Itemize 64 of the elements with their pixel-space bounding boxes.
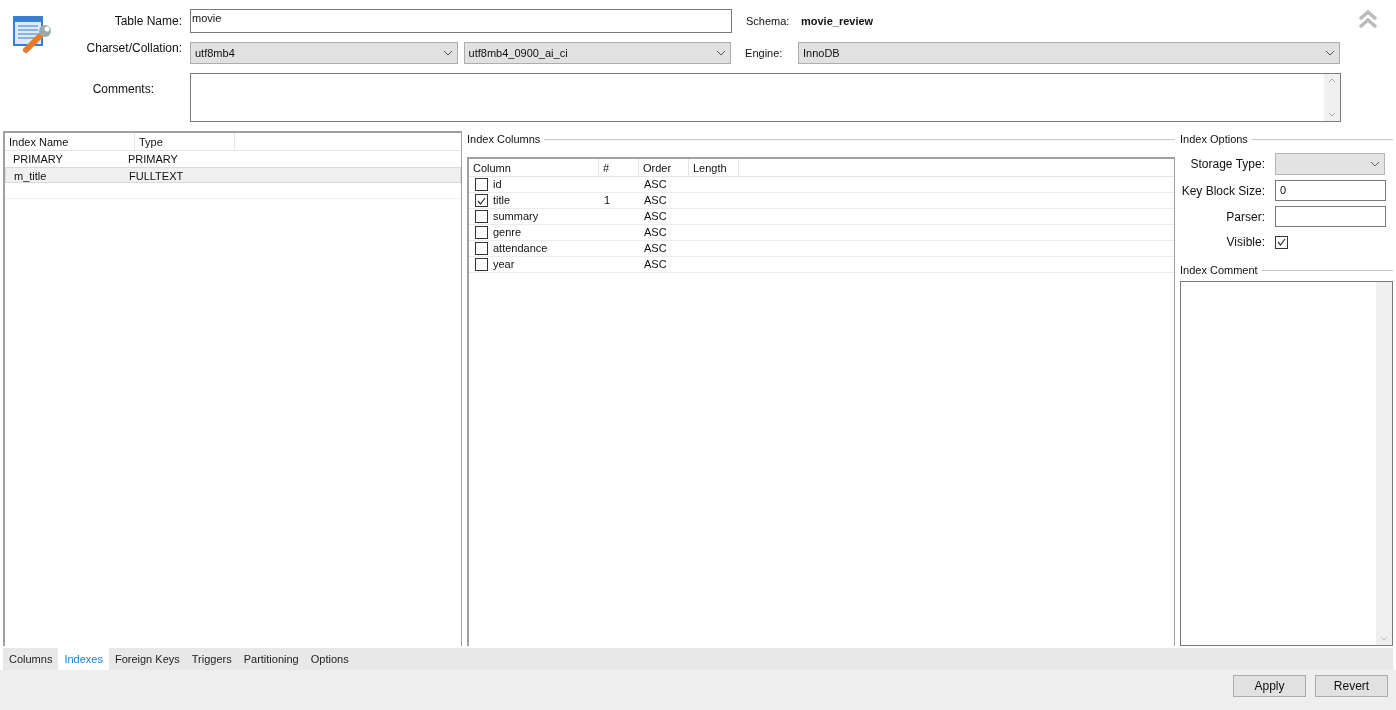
table-cell-text: ASC <box>643 225 668 241</box>
parser-field[interactable] <box>1275 206 1386 227</box>
chevron-down-icon <box>1370 161 1380 167</box>
tab[interactable]: Options <box>304 648 355 670</box>
checkbox[interactable] <box>475 194 488 207</box>
field-label: Comments: <box>92 81 154 98</box>
column-header[interactable]: # <box>599 159 639 176</box>
table-cell-text: ASC <box>643 209 668 225</box>
table-cell-text: year <box>493 257 515 273</box>
collation-dropdown[interactable]: utf8mb4_0900_ai_ci <box>463 42 732 64</box>
dialog-button[interactable]: Revert <box>1315 675 1388 697</box>
group-title: Index Columns <box>467 131 541 147</box>
chevron-down-icon <box>716 50 727 56</box>
table-cell-text: m_title <box>13 169 48 182</box>
index-comment-field[interactable] <box>1180 281 1393 646</box>
group-title: Index Options <box>1180 131 1248 147</box>
tab[interactable]: Foreign Keys <box>108 648 186 670</box>
tab[interactable]: Columns <box>3 648 59 670</box>
column-header[interactable]: Index Name <box>5 133 135 150</box>
key-block-size-field[interactable]: 0 <box>1275 180 1386 201</box>
field-label: Visible: <box>1225 234 1265 251</box>
table-cell-text: summary <box>493 209 539 225</box>
checkbox[interactable] <box>475 258 488 271</box>
table-cell-text: id <box>493 177 502 193</box>
index-row[interactable]: m_title FULLTEXT <box>5 167 461 183</box>
column-header[interactable]: Order <box>639 159 689 176</box>
checkbox[interactable] <box>475 210 488 223</box>
field-label: Table Name: <box>114 13 182 30</box>
checkbox[interactable] <box>475 178 488 191</box>
table-name-field[interactable]: movie <box>190 9 732 33</box>
schema-name: movie_review <box>801 13 874 29</box>
group-title: Index Comment <box>1180 262 1258 278</box>
field-label: Parser: <box>1225 208 1265 226</box>
tab[interactable]: Triggers <box>185 648 238 670</box>
table-cell-text: ASC <box>643 241 668 257</box>
field-label: Engine: <box>745 45 784 61</box>
field-label: Storage Type: <box>1189 156 1265 173</box>
chevron-down-icon <box>1325 50 1335 56</box>
table-cell-text: genre <box>493 225 522 241</box>
tab[interactable]: Partitioning <box>237 648 305 670</box>
table-cell-text: ASC <box>643 177 668 193</box>
field-label: Schema: <box>746 13 791 29</box>
tab[interactable]: Indexes <box>58 648 109 670</box>
index-row[interactable]: PRIMARY PRIMARY <box>5 151 461 167</box>
chevron-down-icon <box>442 50 453 56</box>
visible-checkbox[interactable] <box>1275 235 1288 249</box>
table-cell-text: ASC <box>643 193 668 209</box>
table-cell-text: ASC <box>643 257 668 273</box>
table-cell-text: title <box>493 193 511 209</box>
column-header[interactable]: Type <box>135 133 235 150</box>
dialog-button[interactable]: Apply <box>1233 675 1306 697</box>
engine-dropdown[interactable]: InnoDB <box>797 42 1340 64</box>
charset-dropdown[interactable]: utf8mb4 <box>190 42 458 64</box>
checkbox[interactable] <box>475 226 488 239</box>
table-cell-text: 1 <box>603 193 612 209</box>
field-label: Key Block Size: <box>1180 182 1265 200</box>
checkbox[interactable] <box>475 242 488 255</box>
table-cell-text: PRIMARY <box>128 152 178 167</box>
column-header[interactable]: Length <box>689 159 739 176</box>
field-label: Charset/Collation: <box>86 40 182 57</box>
column-header[interactable]: Column <box>469 159 599 176</box>
table-cell-text: PRIMARY <box>12 152 64 167</box>
table-cell-text: FULLTEXT <box>129 169 184 182</box>
table-cell-text: attendance <box>493 241 548 257</box>
